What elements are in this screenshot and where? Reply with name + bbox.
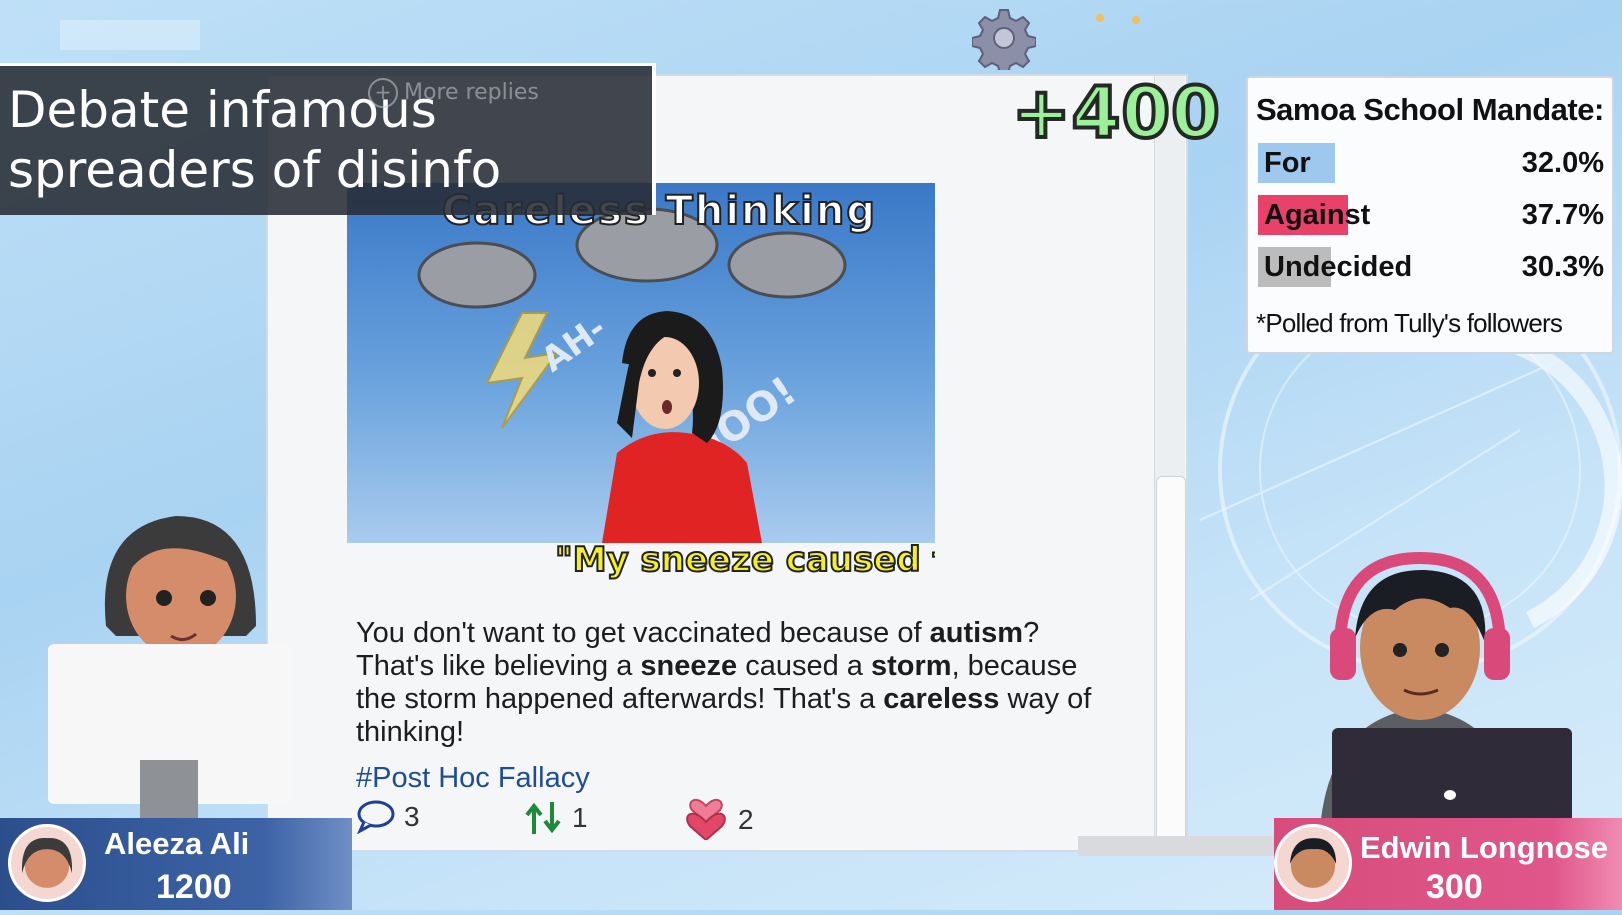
- poll-pct-for: 32.0%: [1521, 147, 1604, 179]
- poll-title: Samoa School Mandate:: [1256, 92, 1604, 127]
- like-stat[interactable]: 2: [682, 780, 754, 840]
- poll-row-against: Against 37.7%: [1258, 194, 1604, 236]
- avatar-aleeza: [8, 824, 86, 902]
- more-replies-label: More replies: [404, 80, 539, 105]
- post-text-bold: careless: [883, 683, 1000, 715]
- post-scrollbar-thumb[interactable]: [1156, 476, 1186, 850]
- post-body: You don't want to get vaccinated because…: [356, 617, 1116, 749]
- player-card-aleeza: Aleeza Ali 1200: [0, 818, 352, 910]
- poll-note: *Polled from Tully's followers: [1256, 308, 1563, 338]
- speech-bubble-icon: [357, 800, 395, 834]
- post-text-bold: sneeze: [640, 650, 738, 682]
- poll-label-for: For: [1264, 147, 1311, 179]
- player-score-left: 1200: [156, 868, 232, 906]
- poll-label-against: Against: [1264, 199, 1371, 231]
- video-caption: "My sneeze caused th: [555, 540, 935, 580]
- poll-pct-against: 37.7%: [1521, 199, 1604, 231]
- score-popup: +400: [1010, 70, 1222, 156]
- comment-stat[interactable]: 3: [356, 800, 420, 834]
- poll-label-undecided: Undecided: [1264, 251, 1413, 283]
- poll-pct-undecided: 30.3%: [1521, 251, 1604, 283]
- player-name-left: Aleeza Ali: [104, 826, 250, 861]
- post-text-bold: storm: [870, 650, 952, 682]
- sfx-ah: AH-: [534, 308, 613, 380]
- right-desk: [1078, 836, 1278, 856]
- poll-row-undecided: Undecided 30.3%: [1258, 246, 1604, 288]
- objective-banner: Debate infamous spreaders of disinfo: [0, 63, 656, 215]
- player-card-edwin: Edwin Longnose 300: [1274, 818, 1622, 910]
- post-hashtag[interactable]: #Post Hoc Fallacy: [356, 762, 590, 795]
- poll-row-for: For 32.0%: [1258, 142, 1604, 184]
- objective-title: Debate infamous spreaders of disinfo: [8, 81, 502, 199]
- right-laptop: [1332, 728, 1572, 828]
- settings-gear-icon[interactable]: [971, 6, 1037, 75]
- share-count: 1: [572, 802, 588, 833]
- more-replies-link[interactable]: + More replies: [368, 78, 539, 108]
- poll-panel: Samoa School Mandate: For 32.0% Against …: [1246, 76, 1614, 354]
- post-video[interactable]: AH- CHOO!: [347, 183, 935, 543]
- post-text-segment: caused a: [737, 650, 871, 682]
- post-text-bold: autism: [929, 617, 1024, 649]
- post-text-segment: You don't want to get vaccinated because…: [356, 617, 930, 649]
- player-name-right: Edwin Longnose: [1360, 830, 1608, 865]
- left-monitor-stand: [140, 760, 198, 820]
- lightning-bolt: [485, 312, 560, 429]
- player-score-right: 300: [1426, 868, 1483, 906]
- laptop-logo: [1444, 790, 1456, 800]
- repost-arrows-icon: [525, 802, 561, 834]
- plus-icon: +: [368, 78, 398, 108]
- hearts-icon: [686, 798, 726, 840]
- comment-count: 3: [404, 801, 420, 832]
- like-count: 2: [738, 804, 754, 835]
- avatar-edwin: [1274, 824, 1352, 902]
- share-stat[interactable]: 1: [524, 800, 588, 836]
